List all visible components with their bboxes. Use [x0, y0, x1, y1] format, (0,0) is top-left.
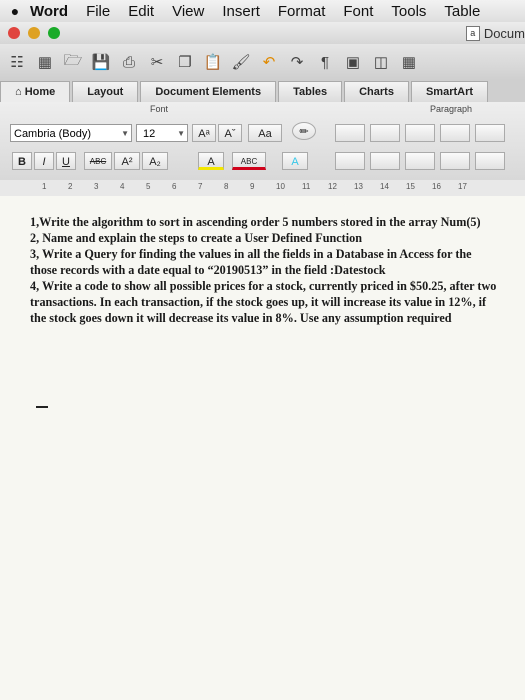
numbering-icon[interactable]: [370, 124, 400, 142]
ruler-mark: 5: [146, 182, 151, 191]
copy-icon[interactable]: ❐: [174, 51, 196, 73]
italic-button[interactable]: I: [34, 152, 54, 170]
ruler-mark: 16: [432, 182, 441, 191]
minimize-window-button[interactable]: [28, 27, 40, 39]
document-icon: a: [465, 26, 480, 41]
menu-format[interactable]: Format: [278, 3, 326, 20]
decrease-indent-icon[interactable]: [440, 124, 470, 142]
home-ribbon: Font Paragraph Cambria (Body) ▼ 12 ▼ Aᵃ …: [0, 102, 525, 181]
menu-insert[interactable]: Insert: [222, 3, 260, 20]
increase-indent-icon[interactable]: [475, 124, 505, 142]
menu-tools[interactable]: Tools: [391, 3, 426, 20]
document-title: a Docum: [465, 26, 525, 41]
align-right-icon[interactable]: [405, 152, 435, 170]
paragraph-question-2: 2, Name and explain the steps to create …: [30, 231, 362, 245]
text-effects-button[interactable]: A: [282, 152, 308, 170]
ruler-mark: 7: [198, 182, 203, 191]
shrink-font-button[interactable]: Aˇ: [218, 124, 242, 142]
grow-font-button[interactable]: Aᵃ: [192, 124, 216, 142]
close-window-button[interactable]: [8, 27, 20, 39]
text-cursor: [36, 406, 48, 408]
view-icon[interactable]: ▣: [342, 51, 364, 73]
bold-button[interactable]: B: [12, 152, 32, 170]
clear-formatting-icon[interactable]: ✏: [292, 122, 316, 140]
title-bar: a Docum: [0, 22, 525, 44]
sidebar-icon[interactable]: ◫: [370, 51, 392, 73]
ruler-mark: 2: [68, 182, 73, 191]
paragraph-question-1: 1,Write the algorithm to sort in ascendi…: [30, 215, 481, 229]
ribbon-tabs: ⌂ Home Layout Document Elements Tables C…: [0, 80, 525, 102]
multilevel-list-icon[interactable]: [405, 124, 435, 142]
menu-edit[interactable]: Edit: [128, 3, 154, 20]
superscript-button[interactable]: A²: [114, 152, 140, 170]
font-size-value: 12: [143, 128, 156, 140]
highlight-button[interactable]: A: [198, 152, 224, 170]
font-size-select[interactable]: 12 ▼: [136, 124, 188, 142]
apple-icon[interactable]: ●: [0, 3, 30, 19]
ruler-mark: 12: [328, 182, 337, 191]
chevron-down-icon: ▼: [121, 129, 129, 138]
pilcrow-icon[interactable]: ¶: [314, 51, 336, 73]
ruler-mark: 4: [120, 182, 125, 191]
align-left-icon[interactable]: [335, 152, 365, 170]
document-page[interactable]: 1,Write the algorithm to sort in ascendi…: [0, 196, 525, 700]
ruler-mark: 3: [94, 182, 99, 191]
zoom-window-button[interactable]: [48, 27, 60, 39]
shading-icon[interactable]: [475, 152, 505, 170]
standard-toolbar: ☷ ▦ 🗁 💾 ⎙ ✂ ❐ 📋 🖌 ↶ ↷ ¶ ▣ ◫ ▦: [0, 44, 525, 80]
ruler-mark: 8: [224, 182, 229, 191]
change-case-button[interactable]: Aa: [248, 124, 282, 142]
menu-table[interactable]: Table: [444, 3, 480, 20]
menu-bar: ● Word File Edit View Insert Format Font…: [0, 0, 525, 23]
cut-icon[interactable]: ✂: [146, 51, 168, 73]
font-group-label: Font: [150, 104, 169, 114]
print-icon[interactable]: ⎙: [118, 51, 140, 73]
ruler-mark: 15: [406, 182, 415, 191]
ruler-mark: 6: [172, 182, 177, 191]
ruler-mark: 14: [380, 182, 389, 191]
menu-font[interactable]: Font: [343, 3, 373, 20]
paragraph-question-3: 3, Write a Query for finding the values …: [30, 247, 472, 277]
tab-layout[interactable]: Layout: [72, 81, 139, 102]
document-title-text: Docum: [483, 26, 525, 41]
save-icon[interactable]: 💾: [90, 51, 112, 73]
document-body[interactable]: 1,Write the algorithm to sort in ascendi…: [30, 214, 500, 326]
line-spacing-icon[interactable]: [440, 152, 470, 170]
font-name-value: Cambria (Body): [14, 128, 92, 140]
tab-smartart[interactable]: SmartArt: [410, 81, 489, 102]
redo-icon[interactable]: ↷: [286, 51, 308, 73]
align-center-icon[interactable]: [370, 152, 400, 170]
font-name-select[interactable]: Cambria (Body) ▼: [10, 124, 132, 142]
menu-view[interactable]: View: [172, 3, 204, 20]
ruler-mark: 17: [458, 182, 467, 191]
app-name[interactable]: Word: [30, 3, 68, 20]
ruler-mark: 9: [250, 182, 255, 191]
chevron-down-icon: ▼: [177, 129, 185, 138]
horizontal-ruler[interactable]: 1 2 3 4 5 6 7 8 9 10 11 12 13 14 15 16 1…: [0, 180, 525, 197]
paste-icon[interactable]: 📋: [202, 51, 224, 73]
toolbox-icon[interactable]: ▦: [398, 51, 420, 73]
subscript-button[interactable]: A₂: [142, 152, 168, 170]
format-painter-icon[interactable]: 🖌: [230, 51, 252, 73]
paragraph-group-label: Paragraph: [430, 104, 473, 114]
tab-charts[interactable]: Charts: [344, 81, 409, 102]
tab-document-elements[interactable]: Document Elements: [140, 81, 277, 102]
tab-tables[interactable]: Tables: [278, 81, 343, 102]
bullets-icon[interactable]: [335, 124, 365, 142]
underline-button[interactable]: U: [56, 152, 76, 170]
font-color-button[interactable]: ABC: [232, 152, 266, 170]
ruler-mark: 10: [276, 182, 285, 191]
ruler-mark: 13: [354, 182, 363, 191]
open-folder-icon[interactable]: 🗁: [62, 51, 84, 73]
undo-icon[interactable]: ↶: [258, 51, 280, 73]
ruler-mark: 11: [302, 182, 311, 191]
strikethrough-button[interactable]: ABC: [84, 152, 112, 170]
tab-home-label: Home: [24, 86, 56, 98]
ruler-mark: 1: [42, 182, 47, 191]
menu-file[interactable]: File: [86, 3, 110, 20]
templates-icon[interactable]: ▦: [34, 51, 56, 73]
tab-home[interactable]: ⌂ Home: [0, 81, 71, 102]
paragraph-question-4: 4, Write a code to show all possible pri…: [30, 279, 497, 325]
new-document-icon[interactable]: ☷: [6, 51, 28, 73]
